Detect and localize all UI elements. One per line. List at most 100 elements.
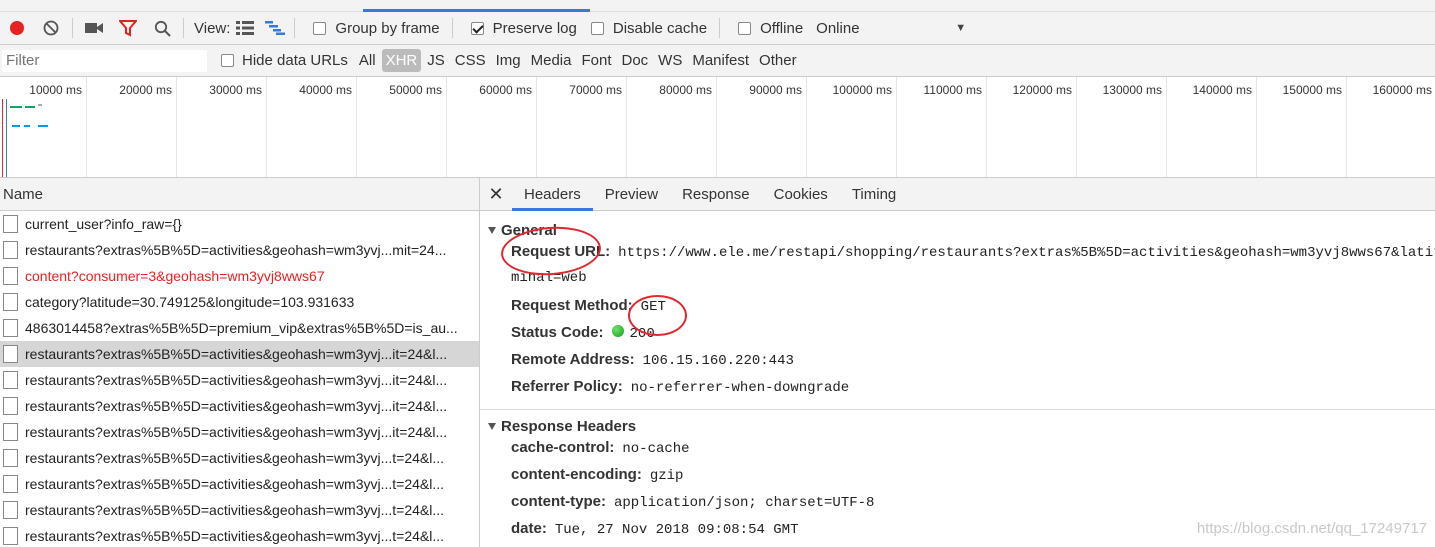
filter-type-doc[interactable]: Doc bbox=[617, 49, 652, 72]
preserve-log-toggle[interactable]: Preserve log bbox=[470, 20, 577, 37]
overview-gridline bbox=[446, 77, 447, 177]
hide-data-urls-toggle[interactable]: Hide data URLs bbox=[221, 52, 348, 69]
timeline-bar bbox=[10, 106, 22, 108]
search-button[interactable] bbox=[145, 12, 179, 45]
response-header-value: application/json; charset=UTF-8 bbox=[614, 495, 875, 511]
request-row[interactable]: restaurants?extras%5B%5D=activities&geoh… bbox=[0, 445, 479, 471]
request-row[interactable]: restaurants?extras%5B%5D=activities&geoh… bbox=[0, 341, 479, 367]
close-detail-button[interactable]: ✕ bbox=[480, 178, 512, 210]
request-row[interactable]: restaurants?extras%5B%5D=activities&geoh… bbox=[0, 237, 479, 263]
offline-toggle[interactable]: Offline bbox=[738, 20, 803, 37]
triangle-down-icon bbox=[488, 226, 496, 234]
list-view-icon bbox=[236, 21, 255, 35]
overview-button[interactable] bbox=[260, 12, 290, 45]
name-column-header[interactable]: Name bbox=[0, 178, 479, 211]
filter-type-manifest[interactable]: Manifest bbox=[688, 49, 753, 72]
request-method-row: Request Method: GET bbox=[480, 297, 1435, 324]
filter-type-ws[interactable]: WS bbox=[654, 49, 686, 72]
request-name: restaurants?extras%5B%5D=activities&geoh… bbox=[25, 476, 445, 492]
document-icon bbox=[3, 319, 18, 337]
overview-gridline bbox=[176, 77, 177, 177]
filter-type-all[interactable]: All bbox=[355, 49, 380, 72]
filter-type-other[interactable]: Other bbox=[755, 49, 801, 72]
throttling-value: Online bbox=[816, 19, 860, 37]
document-icon bbox=[3, 241, 18, 259]
referrer-policy-value: no-referrer-when-downgrade bbox=[630, 380, 850, 396]
response-header-name: content-encoding: bbox=[511, 466, 642, 483]
close-icon: ✕ bbox=[488, 183, 504, 204]
overview-gridline bbox=[1166, 77, 1167, 177]
request-row[interactable]: content?consumer=3&geohash=wm3yvj8wws67 bbox=[0, 263, 479, 289]
response-header-value: gzip bbox=[649, 468, 684, 484]
overview-gridline bbox=[896, 77, 897, 177]
document-icon bbox=[3, 293, 18, 311]
capture-screenshots-button[interactable] bbox=[77, 12, 111, 45]
document-icon bbox=[3, 449, 18, 467]
request-row[interactable]: restaurants?extras%5B%5D=activities&geoh… bbox=[0, 367, 479, 393]
request-row[interactable]: 4863014458?extras%5B%5D=premium_vip&extr… bbox=[0, 315, 479, 341]
filter-type-js[interactable]: JS bbox=[423, 49, 449, 72]
tab-headers[interactable]: Headers bbox=[512, 178, 593, 211]
overview-tick-label: 150000 ms bbox=[1282, 83, 1342, 97]
overview-tick-label: 30000 ms bbox=[209, 83, 262, 97]
preserve-log-checkbox[interactable] bbox=[470, 21, 484, 35]
hide-data-urls-label: Hide data URLs bbox=[242, 52, 348, 69]
view-label: View: bbox=[194, 19, 231, 37]
tab-preview[interactable]: Preview bbox=[593, 178, 670, 210]
general-section-toggle[interactable]: General bbox=[480, 217, 1435, 243]
section-divider bbox=[480, 409, 1435, 410]
request-url-continued-row: minal=web bbox=[480, 270, 1435, 297]
status-code-row: Status Code: 200 bbox=[480, 324, 1435, 351]
request-row[interactable]: category?latitude=30.749125&longitude=10… bbox=[0, 289, 479, 315]
timeline-bar bbox=[38, 104, 42, 106]
overview-tick-label: 50000 ms bbox=[389, 83, 442, 97]
response-headers-section-toggle[interactable]: Response Headers bbox=[480, 413, 1435, 439]
request-name: content?consumer=3&geohash=wm3yvj8wws67 bbox=[25, 268, 325, 284]
remote-address-value: 106.15.160.220:443 bbox=[642, 353, 794, 369]
filter-bar: Hide data URLs AllXHRJSCSSImgMediaFontDo… bbox=[0, 45, 1435, 77]
disable-cache-checkbox[interactable] bbox=[590, 21, 604, 35]
request-row[interactable]: restaurants?extras%5B%5D=activities&geoh… bbox=[0, 393, 479, 419]
overview-gridline bbox=[986, 77, 987, 177]
disable-cache-toggle[interactable]: Disable cache bbox=[590, 20, 707, 37]
request-row[interactable]: restaurants?extras%5B%5D=activities&geoh… bbox=[0, 497, 479, 523]
tab-cookies[interactable]: Cookies bbox=[762, 178, 840, 210]
request-url-label: Request URL: bbox=[511, 243, 611, 260]
filter-type-xhr[interactable]: XHR bbox=[381, 49, 422, 72]
request-row[interactable]: restaurants?extras%5B%5D=activities&geoh… bbox=[0, 471, 479, 497]
request-row[interactable]: restaurants?extras%5B%5D=activities&geoh… bbox=[0, 419, 479, 445]
request-row[interactable]: restaurants?extras%5B%5D=activities&geoh… bbox=[0, 523, 479, 547]
request-name: restaurants?extras%5B%5D=activities&geoh… bbox=[25, 528, 445, 544]
filter-type-img[interactable]: Img bbox=[492, 49, 525, 72]
chevron-down-icon: ▼ bbox=[955, 22, 967, 34]
clear-button[interactable] bbox=[34, 12, 68, 45]
tab-response[interactable]: Response bbox=[670, 178, 762, 210]
group-by-frame-toggle[interactable]: Group by frame bbox=[313, 20, 440, 37]
group-by-frame-checkbox[interactable] bbox=[313, 21, 327, 35]
overview-gridline bbox=[1256, 77, 1257, 177]
network-overview-timeline[interactable]: 10000 ms 20000 ms 30000 ms 40000 ms 50000 ms… bbox=[0, 77, 1435, 178]
detail-tabbar: ✕ Headers Preview Response Cookies Timing bbox=[480, 178, 1435, 211]
request-name: restaurants?extras%5B%5D=activities&geoh… bbox=[25, 424, 448, 440]
hide-data-urls-checkbox[interactable] bbox=[221, 54, 234, 67]
filter-type-media[interactable]: Media bbox=[527, 49, 576, 72]
filter-type-font[interactable]: Font bbox=[577, 49, 615, 72]
document-icon bbox=[3, 423, 18, 441]
throttling-select[interactable]: Online ▼ bbox=[816, 20, 966, 37]
response-header-name: content-type: bbox=[511, 493, 606, 510]
record-button[interactable] bbox=[0, 12, 34, 45]
filter-button[interactable] bbox=[111, 12, 145, 45]
tab-timing[interactable]: Timing bbox=[840, 178, 908, 210]
filter-type-css[interactable]: CSS bbox=[451, 49, 490, 72]
offline-checkbox[interactable] bbox=[738, 21, 752, 35]
status-code-label: Status Code: bbox=[511, 324, 604, 341]
record-icon bbox=[10, 21, 24, 35]
toolbar-divider bbox=[183, 18, 184, 38]
document-icon bbox=[3, 267, 18, 285]
overview-gridline bbox=[1076, 77, 1077, 177]
filter-input[interactable] bbox=[2, 49, 207, 72]
request-row[interactable]: current_user?info_raw={} bbox=[0, 211, 479, 237]
large-rows-button[interactable] bbox=[230, 12, 260, 45]
toolbar-divider bbox=[294, 18, 296, 38]
devtools-top-strip bbox=[0, 0, 1435, 12]
